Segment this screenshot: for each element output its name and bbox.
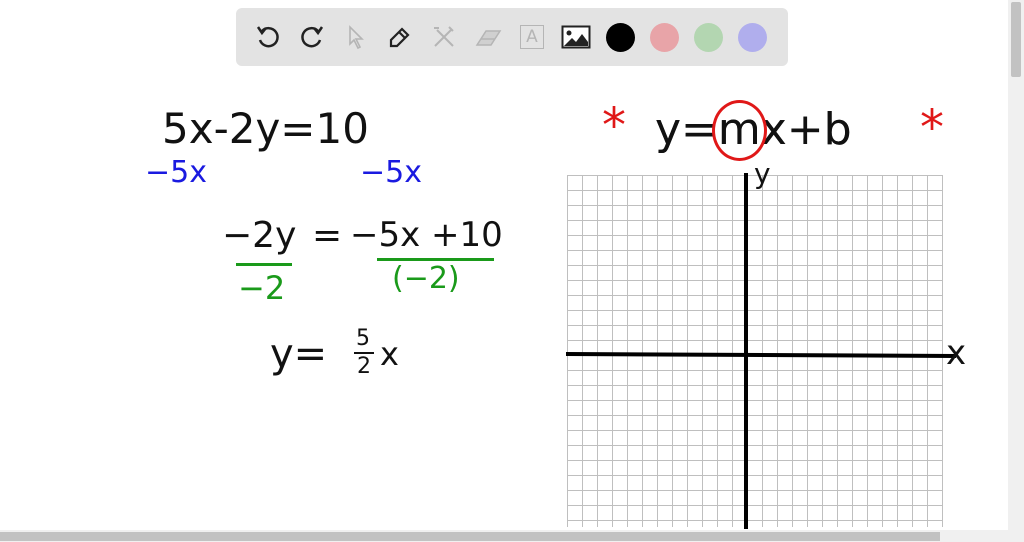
text-icon: A (520, 25, 544, 49)
subtract-right: −5x (360, 155, 422, 190)
undo-icon (256, 26, 279, 48)
pencil-icon (389, 27, 410, 48)
equation-3-lhs: y= (270, 331, 328, 377)
color-red[interactable] (642, 15, 686, 59)
slope-form-post: x+b (760, 104, 852, 155)
undo-button[interactable] (246, 15, 290, 59)
pointer-icon (349, 25, 364, 50)
toolbar: A (236, 8, 788, 66)
redo-icon (301, 26, 324, 48)
divisor-right: (−2) (392, 261, 460, 296)
star-left: * (602, 98, 626, 154)
fraction-denominator: 2 (357, 354, 371, 379)
image-icon (561, 25, 591, 49)
graph-grid (567, 175, 943, 527)
star-right: * (920, 100, 944, 156)
slope-form-parts: y=mx+b (655, 108, 852, 152)
horizontal-scroll-thumb[interactable] (0, 532, 940, 541)
slope-form-pre: y= (655, 104, 718, 155)
pencil-button[interactable] (378, 15, 422, 59)
color-green[interactable] (686, 15, 730, 59)
horizontal-scrollbar[interactable] (0, 530, 1024, 542)
color-purple[interactable] (730, 15, 774, 59)
y-axis (744, 173, 748, 529)
equation-1: 5x-2y=10 (162, 104, 369, 153)
tools-icon (434, 26, 454, 47)
subtract-left: −5x (145, 155, 207, 190)
pointer-button[interactable] (334, 15, 378, 59)
slope-m: m (717, 104, 761, 155)
image-button[interactable] (554, 15, 598, 59)
vertical-scroll-thumb[interactable] (1011, 2, 1021, 77)
fraction-numerator: 5 (356, 326, 370, 351)
redo-button[interactable] (290, 15, 334, 59)
equation-2-right: −5x +10 (350, 215, 503, 255)
vertical-scrollbar[interactable] (1008, 0, 1024, 530)
x-axis-label: x (946, 333, 967, 373)
eraser-icon (475, 30, 502, 46)
tools-button[interactable] (422, 15, 466, 59)
text-button[interactable]: A (510, 15, 554, 59)
equation-2-equals: = (312, 215, 343, 256)
division-bar-left (236, 263, 292, 266)
divisor-left: −2 (238, 269, 286, 307)
color-black[interactable] (598, 15, 642, 59)
y-axis-label: y (754, 157, 771, 190)
eraser-button[interactable] (466, 15, 510, 59)
equation-3-var: x (380, 335, 399, 373)
equation-2-left: −2y (222, 215, 297, 256)
